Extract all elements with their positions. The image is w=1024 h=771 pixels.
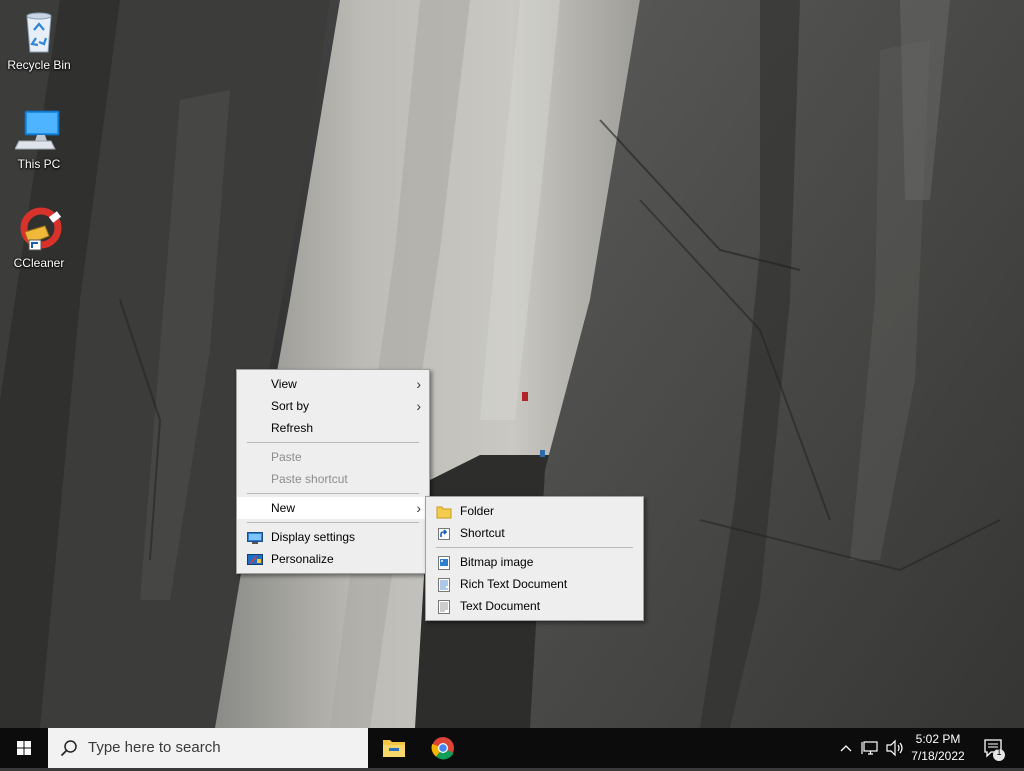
menu-separator: [247, 442, 419, 443]
chevron-up-icon: [840, 745, 852, 752]
notifications-icon: [984, 739, 1005, 761]
network-icon: [861, 741, 878, 755]
ccleaner-icon: [15, 206, 63, 254]
submenu-item-bitmap-image[interactable]: Bitmap image: [426, 551, 643, 573]
taskbar: Type here to search 5:02 PM 7/18/2022 1: [0, 728, 1024, 768]
chrome-icon: [431, 737, 454, 760]
menu-item-new[interactable]: New ›: [237, 497, 429, 519]
file-explorer-icon: [383, 740, 405, 757]
chevron-right-icon: ›: [416, 500, 421, 516]
bitmap-icon: [436, 555, 452, 570]
display-icon: [247, 530, 263, 544]
personalize-icon: [247, 552, 263, 566]
desktop-icon-recycle-bin[interactable]: Recycle Bin: [1, 8, 77, 72]
submenu-item-text-document[interactable]: Text Document: [426, 595, 643, 617]
start-button[interactable]: [0, 728, 48, 768]
taskbar-clock[interactable]: 5:02 PM 7/18/2022: [902, 731, 974, 765]
desktop-icon-label: This PC: [17, 157, 61, 171]
menu-item-paste: Paste: [271, 450, 302, 464]
show-hidden-icons-button[interactable]: [836, 728, 856, 768]
taskbar-search-box[interactable]: Type here to search: [48, 728, 368, 768]
desktop-icon-label: CCleaner: [13, 256, 65, 270]
menu-separator: [247, 493, 419, 494]
clock-date: 7/18/2022: [911, 749, 965, 763]
desktop-icon-ccleaner[interactable]: CCleaner: [1, 206, 77, 270]
desktop-context-menu: View › Sort by › Refresh Paste Paste sho…: [236, 369, 430, 574]
menu-item-personalize[interactable]: Personalize: [237, 548, 429, 570]
menu-item-paste-shortcut: Paste shortcut: [271, 472, 348, 486]
computer-icon: [14, 107, 63, 155]
recycle-bin-icon: [15, 8, 63, 56]
text-document-icon: [436, 599, 452, 614]
chevron-right-icon: ›: [416, 398, 421, 414]
desktop-icon-label: Recycle Bin: [7, 58, 71, 72]
search-icon: [60, 740, 77, 757]
search-placeholder: Type here to search: [88, 739, 221, 756]
windows-logo-icon: [17, 741, 31, 755]
chevron-right-icon: ›: [416, 376, 421, 392]
taskbar-chrome[interactable]: [419, 728, 467, 768]
submenu-item-folder[interactable]: Folder: [426, 500, 643, 522]
menu-separator: [436, 547, 633, 548]
folder-icon: [436, 504, 452, 519]
desktop-icon-this-pc[interactable]: This PC: [1, 107, 77, 171]
menu-item-refresh[interactable]: Refresh: [237, 417, 429, 439]
submenu-item-rich-text-document[interactable]: Rich Text Document: [426, 573, 643, 595]
menu-separator: [247, 522, 419, 523]
menu-item-view[interactable]: View ›: [237, 373, 429, 395]
new-submenu: Folder Shortcut Bitmap image Rich Text D…: [425, 496, 644, 621]
menu-item-display-settings[interactable]: Display settings: [237, 526, 429, 548]
rich-text-icon: [436, 577, 452, 592]
notification-count-badge: 1: [996, 747, 1002, 757]
menu-item-sort-by[interactable]: Sort by ›: [237, 395, 429, 417]
submenu-item-shortcut[interactable]: Shortcut: [426, 522, 643, 544]
shortcut-icon: [436, 526, 452, 540]
taskbar-file-explorer[interactable]: [370, 728, 418, 768]
clock-time: 5:02 PM: [915, 732, 961, 746]
action-center-button[interactable]: 1: [980, 728, 1010, 768]
network-status[interactable]: [860, 728, 882, 768]
